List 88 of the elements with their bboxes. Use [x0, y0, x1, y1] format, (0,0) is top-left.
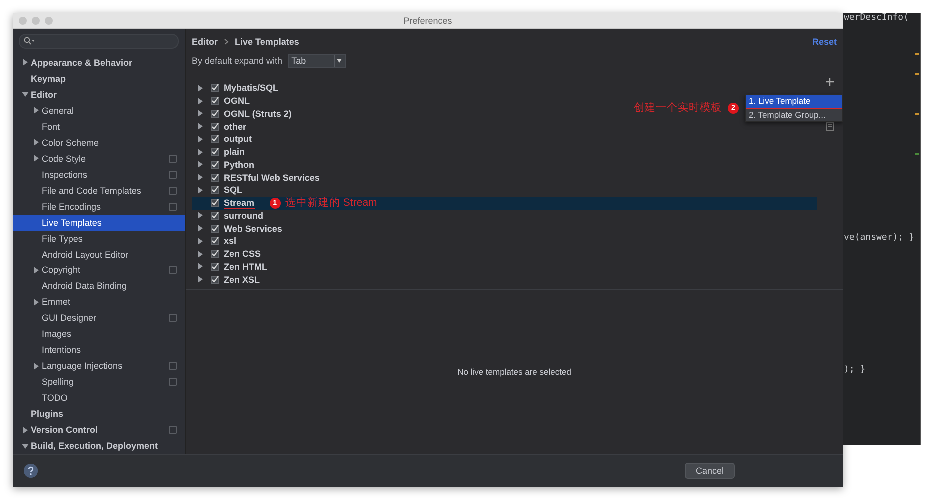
- code-line: ve(answer); }: [844, 233, 914, 243]
- collapsed-arrow-icon[interactable]: [32, 139, 40, 146]
- template-group-row[interactable]: xsl: [192, 235, 241, 248]
- empty-message: No live templates are selected: [458, 367, 572, 377]
- checkbox[interactable]: [211, 186, 219, 194]
- sidebar-item[interactable]: Font: [13, 118, 185, 135]
- sidebar-item[interactable]: Color Scheme: [13, 134, 185, 151]
- collapsed-arrow-icon[interactable]: [32, 266, 40, 274]
- collapsed-arrow-icon[interactable]: [22, 59, 28, 66]
- template-group-row[interactable]: Zen CSS: [192, 248, 266, 260]
- code-line: werDescInfo(: [844, 13, 910, 23]
- search-icon: [24, 37, 35, 46]
- checkbox[interactable]: [211, 122, 219, 131]
- template-group-row[interactable]: output: [192, 133, 256, 146]
- sidebar-item[interactable]: Code Style: [13, 150, 185, 167]
- template-group-row[interactable]: Zen HTML: [192, 260, 272, 274]
- checkbox[interactable]: [211, 237, 219, 246]
- checkbox[interactable]: [211, 262, 219, 271]
- sidebar-item[interactable]: File Types: [13, 230, 185, 247]
- checkbox[interactable]: [211, 160, 219, 169]
- template-group-row[interactable]: plain: [192, 146, 250, 158]
- chevron-icon: [224, 39, 229, 45]
- help-icon[interactable]: [24, 464, 38, 478]
- checkbox[interactable]: [211, 135, 219, 144]
- collapsed-arrow-icon[interactable]: [32, 107, 40, 114]
- menu-item[interactable]: 1. Live Template: [746, 95, 842, 108]
- template-group-row[interactable]: Web Services: [192, 222, 286, 235]
- checkbox[interactable]: [211, 276, 219, 284]
- collapsed-arrow-icon[interactable]: [32, 298, 40, 306]
- checkbox[interactable]: [211, 174, 219, 182]
- window-title: Preferences: [404, 16, 452, 26]
- breadcrumb-item: Live Templates: [235, 37, 300, 47]
- collapsed-arrow-icon[interactable]: [32, 155, 40, 162]
- code-line: ); }: [844, 365, 866, 375]
- expand-key-dropdown[interactable]: Tab: [288, 54, 346, 68]
- collapsed-arrow-icon[interactable]: [22, 426, 28, 434]
- sidebar-item[interactable]: Inspections: [13, 166, 185, 183]
- sidebar-item[interactable]: Keymap: [13, 70, 185, 87]
- sidebar-item[interactable]: Language Injections: [13, 358, 185, 374]
- annotation-text: 创建一个实时模板: [634, 101, 722, 115]
- caret-icon: [337, 59, 342, 63]
- sidebar-item[interactable]: File and Code Templates: [13, 182, 185, 199]
- checkbox[interactable]: [211, 224, 219, 233]
- cancel-button[interactable]: Cancel: [684, 463, 735, 479]
- checkbox[interactable]: [211, 110, 219, 118]
- template-group-row[interactable]: SQL: [192, 184, 247, 197]
- breadcrumb-item: Editor: [192, 37, 218, 47]
- sidebar-item[interactable]: Intentions: [13, 342, 185, 358]
- checkbox[interactable]: [211, 199, 219, 208]
- sidebar-item[interactable]: Appearance & Behavior: [13, 54, 185, 71]
- sidebar-item[interactable]: Emmet: [13, 294, 185, 310]
- template-group-row[interactable]: other: [192, 120, 250, 133]
- sidebar-item[interactable]: Android Data Binding: [13, 278, 185, 294]
- template-group-row[interactable]: RESTful Web Services: [192, 171, 324, 184]
- add-icon[interactable]: [826, 78, 834, 86]
- annotation-text: 选中新建的 Stream: [286, 196, 378, 210]
- sidebar-item[interactable]: Editor: [13, 86, 185, 103]
- sidebar-item[interactable]: TODO: [13, 390, 185, 406]
- template-group-row[interactable]: Mybatis/SQL: [192, 82, 283, 95]
- sidebar-item[interactable]: General: [13, 102, 185, 119]
- checkbox[interactable]: [211, 84, 219, 92]
- search-field[interactable]: [19, 34, 179, 49]
- sidebar-item[interactable]: Images: [13, 326, 185, 342]
- menu-item[interactable]: 2. Template Group...: [746, 108, 842, 121]
- sidebar-item[interactable]: GUI Designer: [13, 310, 185, 326]
- sidebar-item[interactable]: Plugins: [13, 406, 185, 422]
- sidebar-item[interactable]: Version Control: [13, 422, 185, 438]
- template-group-row[interactable]: Zen XSL: [192, 273, 264, 286]
- sidebar-item[interactable]: Live Templates: [13, 214, 185, 231]
- checkbox[interactable]: [211, 97, 219, 106]
- template-group-row[interactable]: Python: [192, 158, 258, 172]
- expand-label: By default expand with: [192, 56, 283, 66]
- expanded-arrow-icon[interactable]: [22, 442, 28, 450]
- copy-icon[interactable]: [826, 122, 834, 131]
- collapsed-arrow-icon[interactable]: [32, 362, 40, 370]
- checkbox[interactable]: [211, 148, 219, 156]
- template-group-row[interactable]: surround: [192, 210, 268, 222]
- reset-link[interactable]: Reset: [812, 37, 837, 47]
- checkbox[interactable]: [211, 250, 219, 258]
- checkbox[interactable]: [211, 212, 219, 220]
- sidebar-item[interactable]: Build, Execution, Deployment: [13, 438, 185, 454]
- expanded-arrow-icon[interactable]: [22, 91, 28, 98]
- template-group-row[interactable]: OGNL: [192, 94, 254, 108]
- template-group-row[interactable]: OGNL (Struts 2): [192, 108, 296, 120]
- sidebar-item[interactable]: Android Layout Editor: [13, 246, 185, 262]
- sidebar-item[interactable]: File Encodings: [13, 198, 185, 215]
- sidebar-item[interactable]: Copyright: [13, 262, 185, 278]
- sidebar-item[interactable]: Spelling: [13, 374, 185, 390]
